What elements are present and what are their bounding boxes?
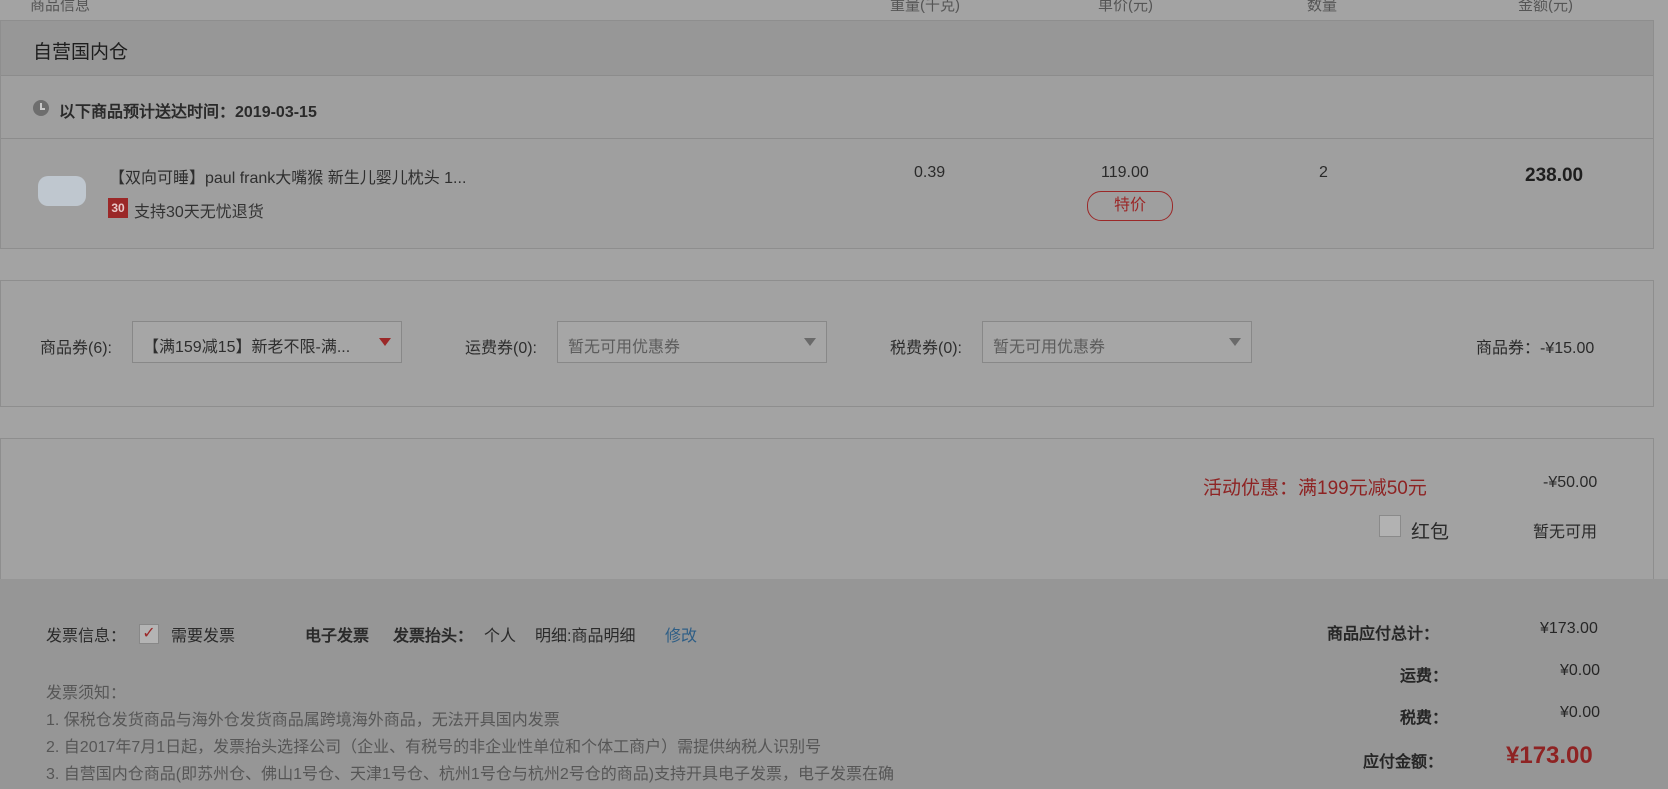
invoice-detail: 明细:商品明细 — [535, 628, 636, 645]
shipping-coupon-label: 运费券(0): — [465, 340, 538, 357]
invoice-edit-link[interactable]: 修改 — [665, 622, 697, 646]
clock-icon — [33, 100, 49, 116]
product-price: 119.00 — [1101, 164, 1149, 181]
goods-coupon-value: 【满159减15】新老不限-满... — [143, 339, 351, 356]
tax-fee-value: ¥0.00 — [1560, 704, 1601, 721]
header-quantity: 数量 — [1307, 0, 1338, 14]
tax-coupon-select[interactable]: 暂无可用优惠券 — [982, 321, 1252, 363]
store-title-bar: 自营国内仓 — [1, 21, 1653, 76]
promo-discount-value: -¥50.00 — [1543, 474, 1598, 491]
hongbao-checkbox[interactable] — [1379, 515, 1401, 537]
header-product-info: 商品信息 — [30, 0, 91, 14]
special-price-tag: 特价 — [1087, 191, 1173, 221]
chevron-down-icon — [379, 338, 391, 346]
tax-coupon-label: 税费券(0): — [890, 340, 963, 357]
product-amount: 238.00 — [1525, 165, 1584, 186]
shipping-coupon-value: 暂无可用优惠券 — [568, 339, 681, 356]
header-unit-price: 单价(元) — [1098, 0, 1153, 14]
invoice-title-value: 个人 — [484, 628, 517, 645]
promo-discount: 活动优惠：满199元减50元 — [1203, 478, 1427, 499]
chevron-down-icon — [804, 338, 816, 346]
discount-section — [0, 438, 1654, 580]
invoice-need-label: 需要发票 — [171, 628, 236, 645]
hongbao-label: 红包 — [1411, 522, 1450, 543]
invoice-type: 电子发票 — [305, 628, 370, 645]
invoice-note-3: 3. 自营国内仓商品(即苏州仓、佛山1号仓、天津1号仓、杭州1号仓与杭州2号仓的… — [46, 766, 895, 783]
shipping-fee-label: 运费： — [1400, 668, 1449, 685]
product-weight: 0.39 — [914, 164, 946, 181]
tax-fee-label: 税费： — [1400, 710, 1449, 727]
invoice-notes-title: 发票须知： — [46, 685, 127, 702]
hongbao-value: 暂无可用 — [1533, 524, 1598, 541]
goods-total-label: 商品应付总计： — [1327, 626, 1440, 643]
product-thumbnail[interactable] — [38, 176, 86, 206]
chevron-down-icon — [1229, 338, 1241, 346]
shipping-coupon-select[interactable]: 暂无可用优惠券 — [557, 321, 827, 363]
return-30-icon: 30 — [108, 198, 128, 218]
invoice-notes: 发票须知： 1. 保税仓发货商品与海外仓发货商品属跨境海外商品，无法开具国内发票… — [46, 680, 894, 788]
goods-coupon-label: 商品券(6): — [40, 340, 113, 357]
delivery-time: 以下商品预计送达时间：2019-03-15 — [59, 104, 317, 121]
invoice-note-2: 2. 自2017年7月1日起，发票抬头选择公司（企业、有税号的非企业性单位和个体… — [46, 739, 822, 756]
header-amount: 金额(元) — [1518, 0, 1573, 14]
coupon-summary: 商品券：-¥15.00 — [1476, 340, 1595, 357]
invoice-label: 发票信息： — [46, 628, 127, 645]
header-weight: 重量(千克) — [890, 0, 960, 14]
product-quantity: 2 — [1319, 164, 1328, 181]
delivery-row: 以下商品预计送达时间：2019-03-15 — [1, 76, 1653, 139]
product-name-link[interactable]: 【双向可睡】paul frank大嘴猴 新生儿婴儿枕头 1... — [109, 164, 466, 188]
invoice-checkbox[interactable]: ✓ — [139, 624, 159, 644]
return-policy: 支持30天无忧退货 — [134, 204, 264, 221]
tax-coupon-value: 暂无可用优惠券 — [993, 339, 1106, 356]
payable-amount: ¥173.00 — [1506, 742, 1593, 769]
goods-total-value: ¥173.00 — [1540, 620, 1598, 637]
invoice-note-1: 1. 保税仓发货商品与海外仓发货商品属跨境海外商品，无法开具国内发票 — [46, 712, 560, 729]
goods-coupon-select[interactable]: 【满159减15】新老不限-满... — [132, 321, 402, 363]
invoice-title-label: 发票抬头： — [393, 628, 474, 645]
store-title: 自营国内仓 — [33, 42, 129, 63]
shipping-fee-value: ¥0.00 — [1560, 662, 1601, 679]
payable-label: 应付金额： — [1363, 754, 1444, 771]
